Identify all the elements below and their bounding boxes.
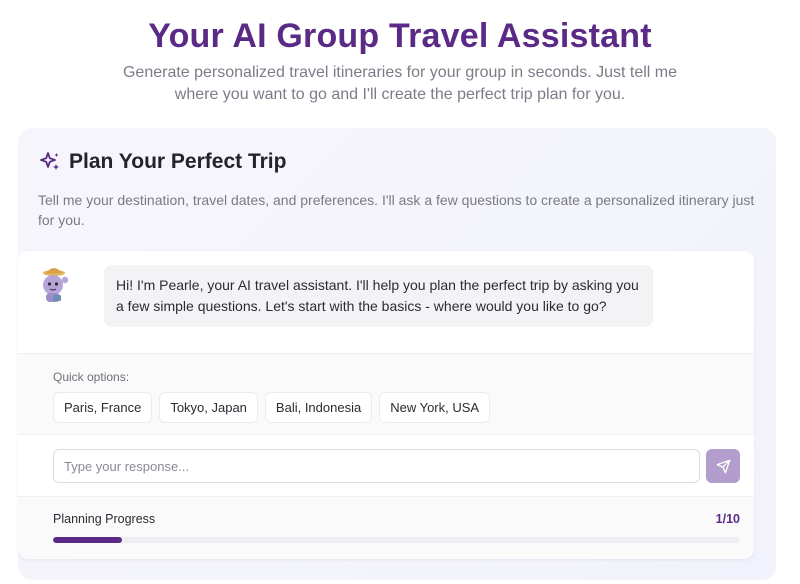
card-header: Plan Your Perfect Trip <box>38 150 286 174</box>
quick-option-new-york[interactable]: New York, USA <box>379 392 491 423</box>
message-list: Hi! I'm Pearle, your AI travel assistant… <box>18 251 754 353</box>
composer <box>18 435 754 497</box>
page-title: Your AI Group Travel Assistant <box>148 17 652 55</box>
card-description: Tell me your destination, travel dates, … <box>38 192 755 228</box>
page-subtitle: Generate personalized travel itineraries… <box>122 64 678 103</box>
card-title: Plan Your Perfect Trip <box>69 150 287 173</box>
progress-count: 1/10 <box>715 512 740 526</box>
quick-options-list: Paris, France Tokyo, Japan Bali, Indones… <box>53 392 491 423</box>
avatar-icon <box>36 265 72 303</box>
planning-progress: Planning Progress 1/10 <box>18 497 754 559</box>
quick-option-tokyo[interactable]: Tokyo, Japan <box>159 392 258 423</box>
quick-options-label: Quick options: <box>53 370 130 384</box>
send-icon <box>716 459 731 474</box>
sparkle-icon <box>38 150 62 174</box>
page-header: Your AI Group Travel Assistant Generate … <box>0 0 800 106</box>
chat-panel: Hi! I'm Pearle, your AI travel assistant… <box>18 251 754 559</box>
send-button[interactable] <box>706 449 740 483</box>
quick-option-paris[interactable]: Paris, France <box>53 392 153 423</box>
progress-bar-fill <box>53 537 122 543</box>
response-input[interactable] <box>53 449 700 483</box>
quick-options: Quick options: Paris, France Tokyo, Japa… <box>18 353 754 435</box>
progress-label: Planning Progress <box>53 512 156 526</box>
quick-option-bali[interactable]: Bali, Indonesia <box>264 392 373 423</box>
progress-bar <box>53 537 740 543</box>
assistant-message: Hi! I'm Pearle, your AI travel assistant… <box>104 265 653 327</box>
